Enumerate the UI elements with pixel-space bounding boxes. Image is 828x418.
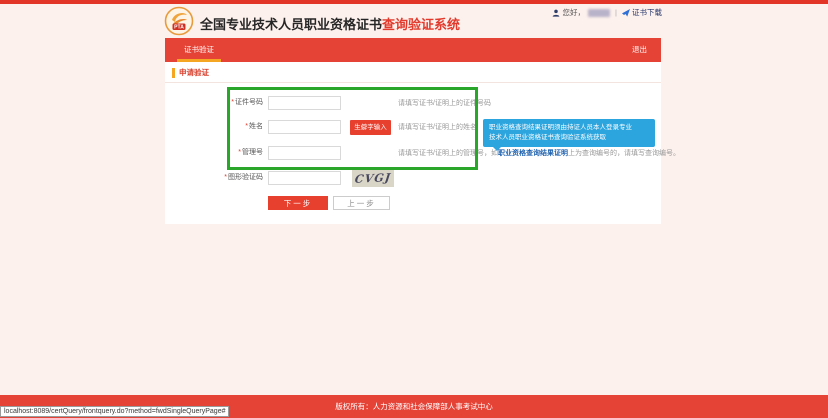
hint-text-suffix: 上为查询编号的，请填写查询编号。 (568, 150, 680, 157)
name-label: *姓名 (165, 120, 263, 134)
id-number-label: *证件号码 (165, 96, 263, 110)
name-hint: 请填写证书/证明上的姓名 (398, 123, 477, 133)
id-number-hint: 请填写证书/证明上的证件号码 (398, 99, 491, 109)
top-red-bar (0, 0, 828, 4)
greeting-text: 您好， (563, 7, 586, 18)
management-number-hint: 请填写证书/证明上的管理号，如职业资格查询结果证明上为查询编号的，请填写查询编号… (398, 149, 680, 159)
pta-logo-icon: PTA (164, 6, 194, 36)
nav-bar: 证书验证 退出 (165, 38, 661, 62)
page-title-sub: 查询验证系统 (382, 17, 460, 32)
logout-link[interactable]: 退出 (632, 38, 647, 62)
section-accent-bar (172, 68, 175, 78)
section-header: 申请验证 (172, 67, 209, 78)
id-number-input[interactable] (268, 96, 341, 110)
masked-username (588, 9, 610, 17)
captcha-image[interactable]: CVGJ (352, 170, 394, 187)
user-greeting: 您好， | 证书下载 (552, 7, 662, 18)
page-title-main: 全国专业技术人员职业资格证书 (200, 17, 382, 32)
browser-status-url: localhost:8089/certQuery/frontquery.do?m… (0, 406, 229, 417)
tooltip-arrow (493, 147, 501, 155)
name-input[interactable] (268, 120, 341, 134)
section-title: 申请验证 (179, 67, 209, 78)
next-step-button[interactable]: 下一步 (268, 196, 328, 210)
certificate-download-link[interactable]: 证书下载 (622, 7, 662, 18)
previous-step-button[interactable]: 上一步 (333, 196, 390, 210)
query-result-cert-link[interactable]: 职业资格查询结果证明 (498, 150, 568, 157)
rare-character-input-button[interactable]: 生僻字输入 (350, 120, 391, 135)
captcha-text: CVGJ (354, 171, 392, 186)
section-divider (165, 82, 661, 83)
management-number-input[interactable] (268, 146, 341, 160)
tooltip-line-2: 技术人员职业资格证书查询验证系统获取 (489, 133, 649, 143)
management-number-label: *管理号 (165, 146, 263, 160)
page-title: 全国专业技术人员职业资格证书查询验证系统 (200, 14, 460, 33)
content-panel: 申请验证 *证件号码 请填写证书/证明上的证件号码 *姓名 生僻字输入 请填写证… (165, 62, 661, 224)
captcha-label: *图形验证码 (165, 171, 263, 185)
tooltip-line-1: 职业资格查询结果证明须由持证人员本人登录专业 (489, 123, 649, 133)
greeting-separator: | (615, 8, 617, 17)
paper-plane-icon (622, 9, 630, 17)
hint-text-prefix: 请填写证书/证明上的管理号，如 (398, 150, 498, 157)
pta-logo-text: PTA (174, 25, 184, 31)
captcha-input[interactable] (268, 171, 341, 185)
certificate-download-label: 证书下载 (632, 7, 662, 18)
page: PTA 全国专业技术人员职业资格证书查询验证系统 您好， | 证书下载 证书验证… (0, 0, 828, 418)
tooltip-bubble: 职业资格查询结果证明须由持证人员本人登录专业 技术人员职业资格证书查询验证系统获… (483, 119, 655, 147)
user-icon (552, 9, 560, 17)
